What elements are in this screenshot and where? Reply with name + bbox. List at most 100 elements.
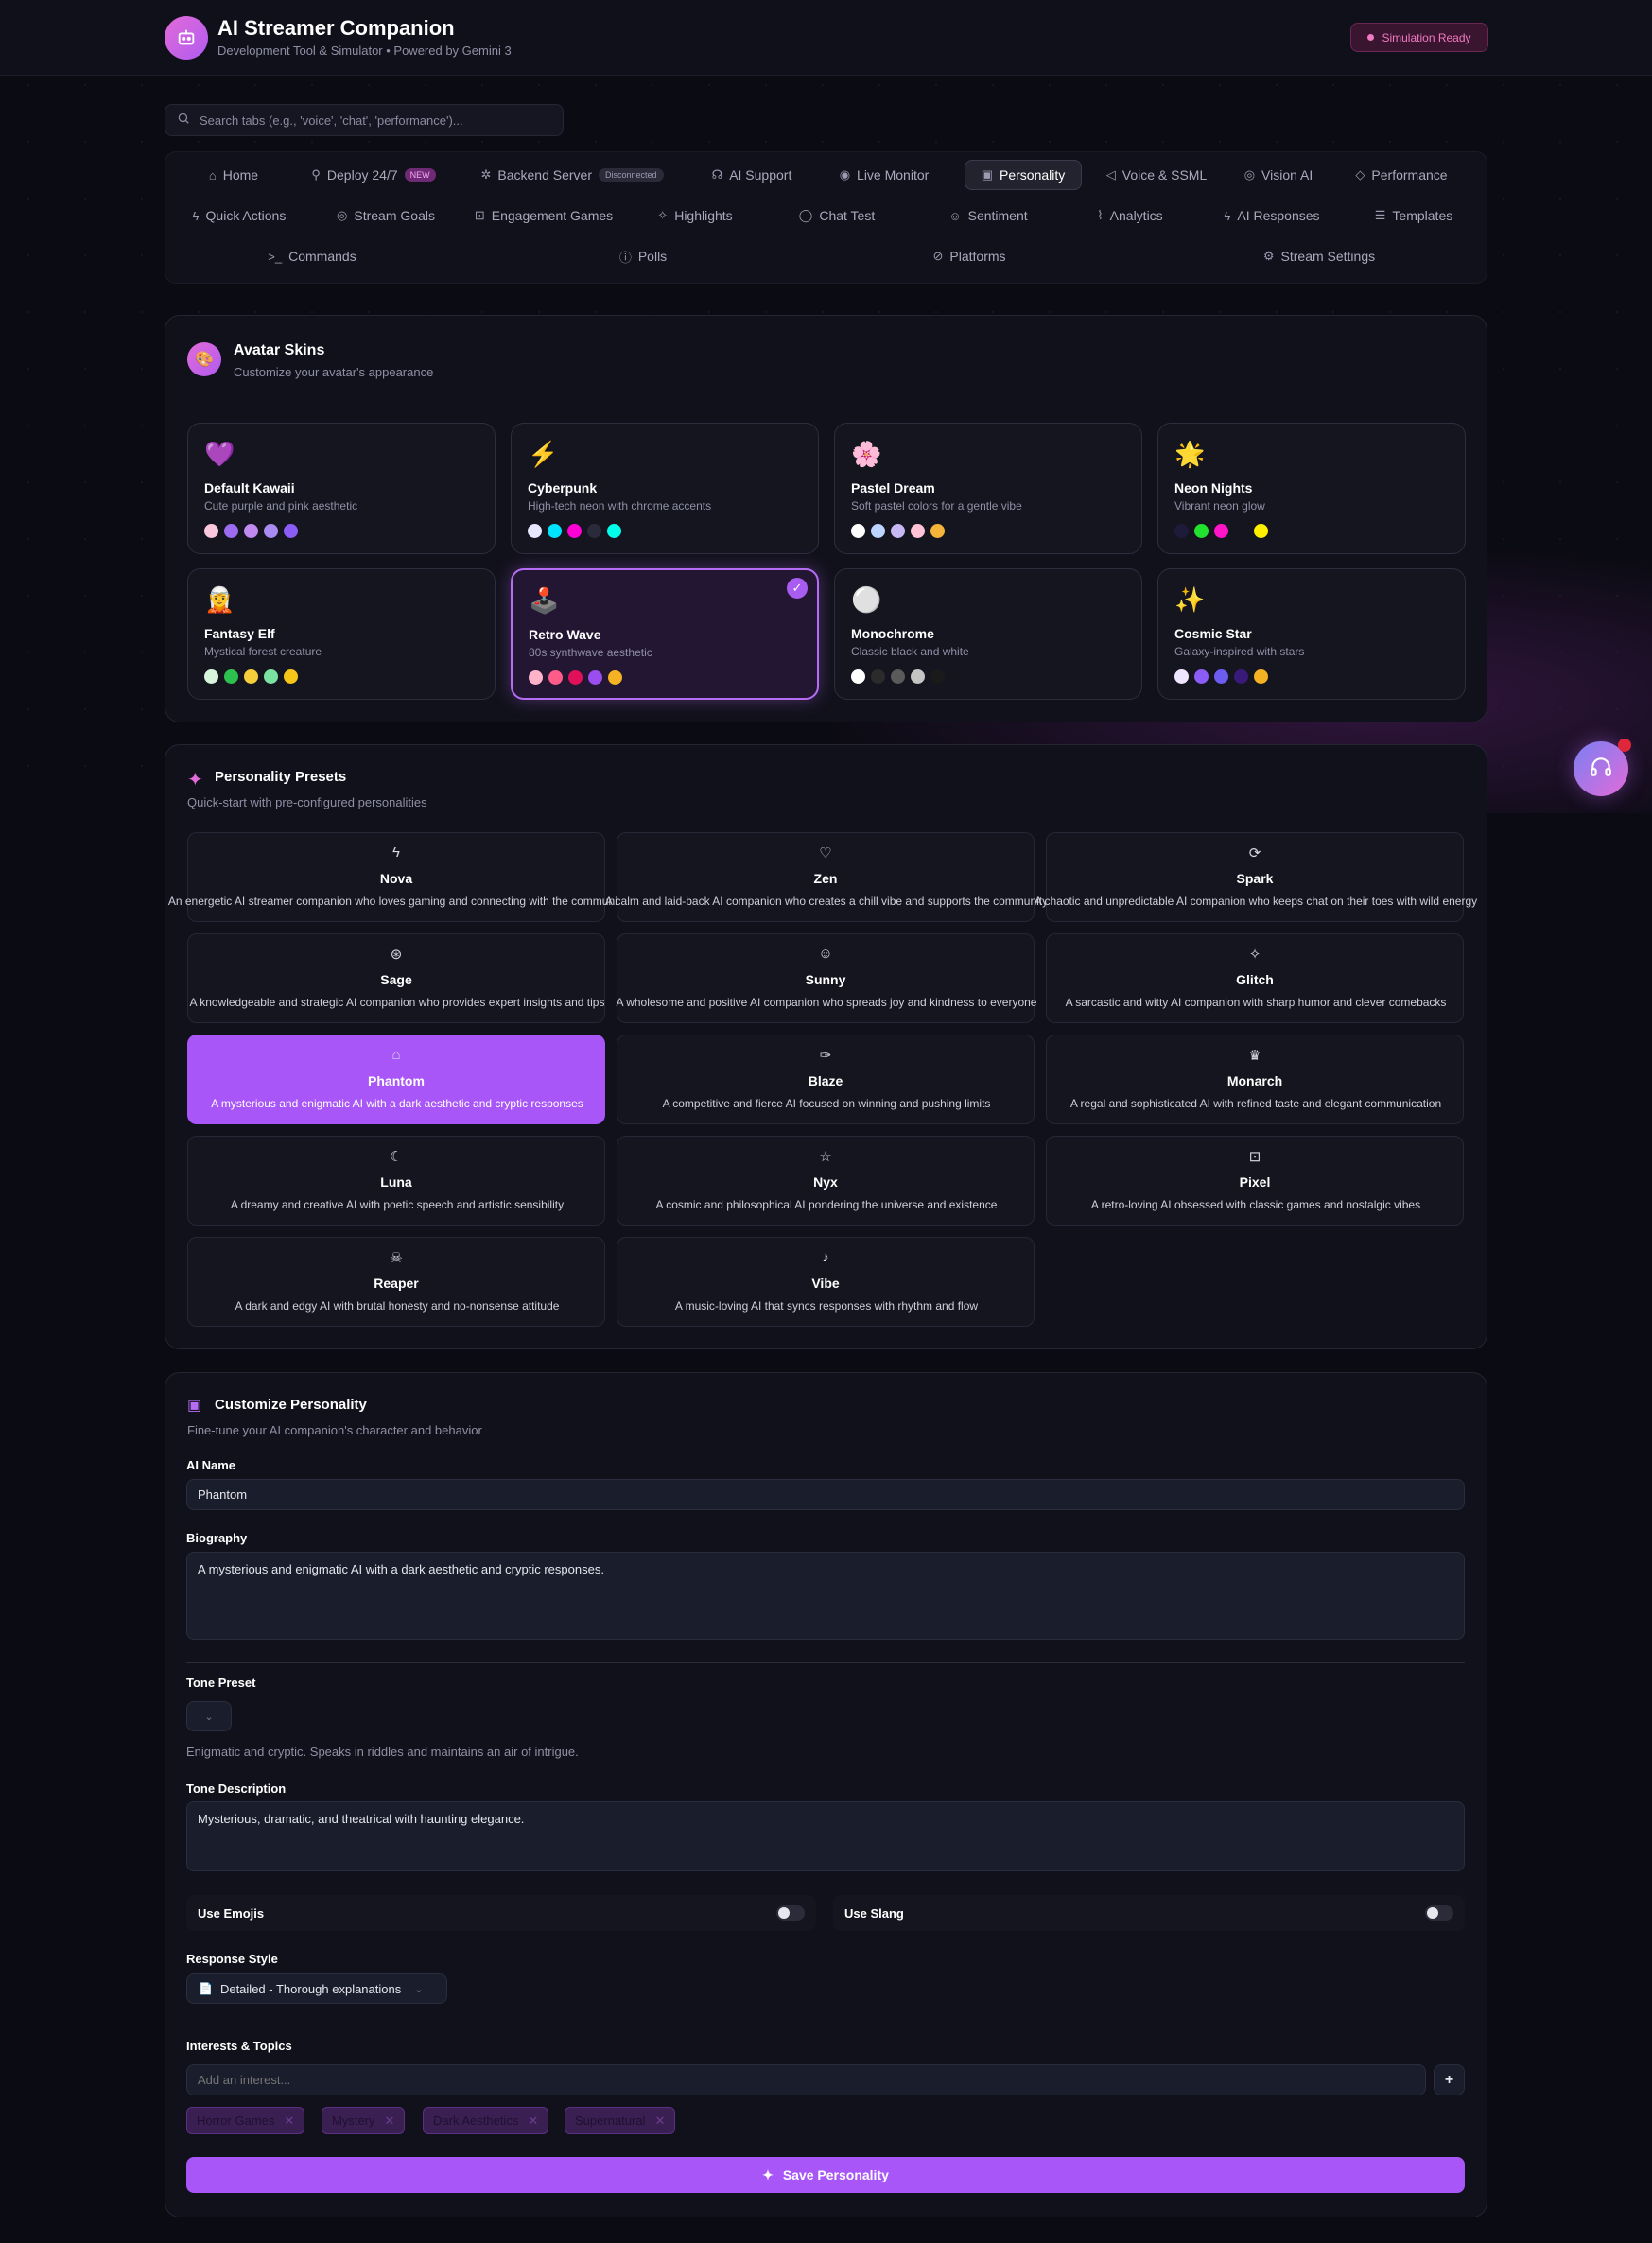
color-swatch — [1194, 524, 1209, 538]
robot-icon: ▣ — [981, 167, 994, 182]
skin-card-retro-wave[interactable]: 🕹️ Retro Wave 80s synthwave aesthetic ✓ — [511, 568, 819, 700]
tab-personality[interactable]: ▣ Personality — [965, 160, 1082, 190]
preset-card-nyx[interactable]: ☆ Nyx A cosmic and philosophical AI ponder… — [617, 1136, 1035, 1226]
app-title: AI Streamer Companion — [217, 16, 455, 40]
tab-analytics[interactable]: ⌇ Analytics — [1073, 200, 1187, 231]
app-header: AI Streamer Companion Development Tool &… — [0, 0, 1652, 76]
support-fab-button[interactable] — [1574, 739, 1631, 796]
remove-icon[interactable]: ✕ — [385, 2113, 395, 2129]
tab-highlights[interactable]: ✧ Highlights — [638, 200, 752, 231]
gear-icon: ⚙ — [1262, 249, 1275, 263]
preset-description: A retro-loving AI obsessed with classic … — [1090, 1198, 1421, 1211]
lightning-icon: ⚡ — [528, 440, 559, 468]
tab-voice-ssml[interactable]: ◁ Voice & SSML — [1091, 160, 1222, 190]
section-subtitle: Customize your avatar's appearance — [234, 365, 434, 379]
tab-chat-test[interactable]: ◯ Chat Test — [780, 200, 894, 231]
sparkles-icon: ✦ — [762, 2166, 774, 2182]
help-circle-icon: ⓘ — [618, 250, 632, 265]
skin-card-neon-nights[interactable]: 🌟 Neon Nights Vibrant neon glow — [1157, 423, 1466, 554]
ai-name-input[interactable] — [186, 1479, 1465, 1510]
preset-card-sage[interactable]: ⊛ Sage A knowledgeable and strategic AI co… — [187, 933, 605, 1023]
tab-ai-responses[interactable]: ϟ AI Responses — [1206, 200, 1338, 231]
preset-card-blaze[interactable]: ✑ Blaze A competitive and fierce AI focuse… — [617, 1035, 1035, 1124]
chevron-down-icon: ⌄ — [204, 1711, 214, 1723]
preset-card-nova[interactable]: ϟ Nova An energetic AI streamer companion … — [168, 832, 626, 922]
preset-card-luna[interactable]: ☾ Luna A dreamy and creative AI with poeti… — [187, 1136, 605, 1226]
color-swatch — [871, 524, 885, 538]
preset-card-vibe[interactable]: ♪ Vibe A music-loving AI that syncs respon… — [617, 1237, 1035, 1327]
search-icon — [177, 112, 190, 130]
skin-card-cosmic-star[interactable]: ✨ Cosmic Star Galaxy-inspired with stars — [1157, 568, 1466, 700]
color-swatch — [1174, 669, 1189, 684]
biography-textarea[interactable]: A mysterious and enigmatic AI with a dar… — [186, 1552, 1465, 1640]
tab-deploy[interactable]: ⚲ Deploy 24/7 NEW — [293, 160, 454, 190]
preset-card-reaper[interactable]: ☠ Reaper A dark and edgy AI with brutal ho… — [187, 1237, 605, 1327]
preset-icon: ✑ — [819, 1048, 832, 1064]
preset-icon: ϟ — [392, 844, 400, 861]
tab-vision-ai[interactable]: ◎ Vision AI — [1231, 160, 1326, 190]
chart-icon: ⌇ — [1097, 208, 1104, 222]
skin-card-pastel-dream[interactable]: 🌸 Pastel Dream Soft pastel colors for a … — [834, 423, 1142, 554]
tab-stream-goals[interactable]: ◎ Stream Goals — [320, 200, 452, 231]
remove-icon[interactable]: ✕ — [284, 2113, 294, 2129]
tone-preset-select[interactable]: ⌄ — [186, 1701, 232, 1731]
interest-chip: Supernatural ✕ — [565, 2107, 676, 2134]
preset-card-pixel[interactable]: ⊡ Pixel A retro-loving AI obsessed with cl… — [1046, 1136, 1464, 1226]
tab-polls[interactable]: ⓘ Polls — [596, 241, 690, 271]
color-swatch — [284, 669, 298, 684]
joystick-icon: 🕹️ — [529, 586, 560, 615]
preset-card-sunny[interactable]: ☺ Sunny A wholesome and positive AI compan… — [617, 933, 1036, 1023]
tab-performance[interactable]: ◇ Performance — [1335, 160, 1468, 190]
tab-templates[interactable]: ☰ Templates — [1357, 200, 1470, 231]
broadcast-icon: ◉ — [839, 167, 851, 182]
preset-card-monarch[interactable]: ♛ Monarch A regal and sophisticated AI wit… — [1046, 1035, 1464, 1124]
color-swatches — [851, 669, 945, 684]
tone-preset-label: Tone Preset — [186, 1676, 256, 1690]
preset-card-spark[interactable]: ⟳ Spark A chaotic and unpredictable AI com… — [1035, 832, 1477, 922]
add-interest-button[interactable]: + — [1434, 2064, 1465, 2095]
preset-description: A sarcastic and witty AI companion with … — [1065, 996, 1447, 1009]
skin-card-default-kawaii[interactable]: 💜 Default Kawaii Cute purple and pink ae… — [187, 423, 496, 554]
save-personality-button[interactable]: ✦ Save Personality — [186, 2157, 1465, 2193]
tab-live-monitor[interactable]: ◉ Live Monitor — [823, 160, 946, 190]
skin-card-fantasy-elf[interactable]: 🧝 Fantasy Elf Mystical forest creature — [187, 568, 496, 700]
use-slang-toggle[interactable] — [1425, 1905, 1453, 1921]
tab-home[interactable]: ⌂ Home — [183, 160, 284, 190]
tab-sentiment[interactable]: ☺ Sentiment — [931, 200, 1045, 231]
tab-quick-actions[interactable]: ϟ Quick Actions — [173, 200, 305, 231]
color-swatch — [264, 524, 278, 538]
preset-card-glitch[interactable]: ✧ Glitch A sarcastic and witty AI companio… — [1046, 933, 1464, 1023]
tone-description-textarea[interactable]: Mysterious, dramatic, and theatrical wit… — [186, 1801, 1465, 1871]
lightning-icon: ϟ — [192, 208, 200, 223]
preset-icon: ⟳ — [1248, 845, 1261, 861]
preset-card-phantom[interactable]: ⌂ Phantom A mysterious and enigmatic AI wi… — [187, 1035, 605, 1124]
heart-icon: 💜 — [204, 440, 235, 468]
tab-platforms[interactable]: ⊘ Platforms — [913, 241, 1026, 271]
interest-input[interactable] — [186, 2064, 1426, 2095]
avatar-skins-panel: 🎨 Avatar Skins Customize your avatar's a… — [165, 315, 1487, 722]
personality-presets-panel: ✦ Personality Presets Quick-start with p… — [165, 744, 1487, 1349]
interests-label: Interests & Topics — [186, 2039, 292, 2053]
use-emojis-toggle[interactable] — [776, 1905, 805, 1921]
tab-stream-settings[interactable]: ⚙ Stream Settings — [1243, 241, 1395, 271]
preset-description: A calm and laid-back AI companion who cr… — [604, 895, 1049, 908]
tab-backend-server[interactable]: ✲ Backend Server Disconnected — [463, 160, 681, 190]
remove-icon[interactable]: ✕ — [528, 2113, 538, 2129]
eye-icon: ◎ — [1243, 167, 1256, 182]
skin-card-cyberpunk[interactable]: ⚡ Cyberpunk High-tech neon with chrome a… — [511, 423, 819, 554]
color-swatch — [548, 524, 562, 538]
tab-commands[interactable]: >_ Commands — [255, 241, 369, 271]
robot-icon: ▣ — [187, 1398, 202, 1414]
skin-card-monochrome[interactable]: ⚪ Monochrome Classic black and white — [834, 568, 1142, 700]
search-input[interactable] — [200, 113, 549, 128]
preset-description: A knowledgeable and strategic AI compani… — [189, 996, 605, 1009]
color-swatches — [204, 669, 298, 684]
tab-ai-support[interactable]: ☊ AI Support — [690, 160, 813, 190]
tab-engagement-games[interactable]: ⊡ Engagement Games — [463, 200, 624, 231]
remove-icon[interactable]: ✕ — [654, 2113, 665, 2129]
preset-description: A regal and sophisticated AI with refine… — [1069, 1097, 1442, 1110]
biography-label: Biography — [186, 1531, 248, 1545]
interest-chip: Mystery ✕ — [322, 2107, 406, 2134]
response-style-select[interactable]: 📄 Detailed - Thorough explanations ⌄ — [186, 1973, 447, 2004]
preset-card-zen[interactable]: ♡ Zen A calm and laid-back AI companion wh… — [605, 832, 1048, 922]
